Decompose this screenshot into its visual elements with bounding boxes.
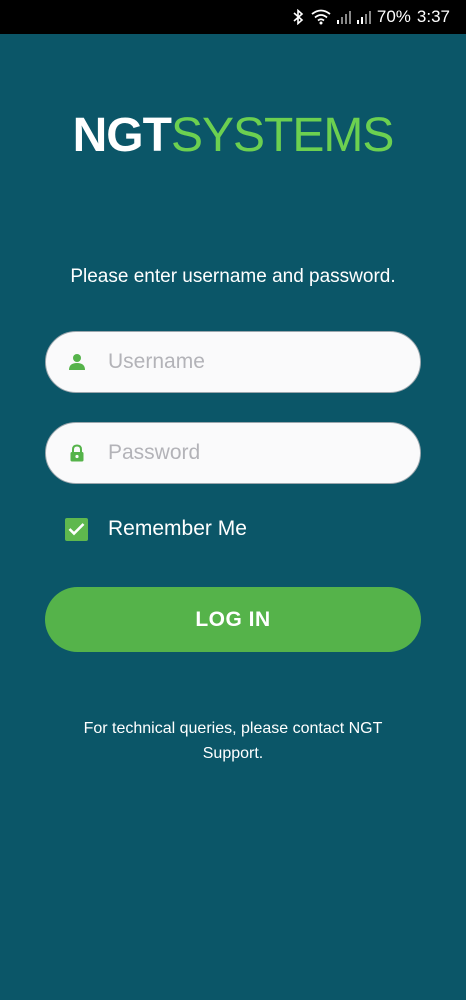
checkmark-icon <box>68 523 85 536</box>
clock-text: 3:37 <box>416 7 450 26</box>
username-field[interactable] <box>45 331 421 393</box>
person-icon <box>69 354 85 370</box>
lock-icon <box>70 444 84 462</box>
wifi-icon <box>311 9 331 25</box>
signal-icon-2 <box>356 11 371 24</box>
password-input[interactable] <box>108 423 400 483</box>
remember-me-label: Remember Me <box>108 517 247 540</box>
signal-icon-1 <box>336 11 351 24</box>
status-bar: 70% 3:37 <box>0 0 466 34</box>
remember-me-row[interactable]: Remember Me <box>65 517 247 541</box>
login-instruction: Please enter username and password. <box>70 266 396 287</box>
remember-me-checkbox[interactable] <box>65 517 88 541</box>
battery-text: 70% <box>376 7 411 26</box>
password-field[interactable] <box>45 422 421 484</box>
username-input[interactable] <box>108 332 400 392</box>
logo-light-part: SYSTEMS <box>170 109 394 162</box>
ngt-systems-logo: NGTSYSTEMS <box>0 108 466 164</box>
login-button[interactable]: LOG IN <box>45 587 421 652</box>
logo-bold-part: NGT <box>72 109 172 162</box>
technical-support-note: For technical queries, please contact NG… <box>83 720 383 762</box>
bluetooth-icon <box>293 9 304 25</box>
